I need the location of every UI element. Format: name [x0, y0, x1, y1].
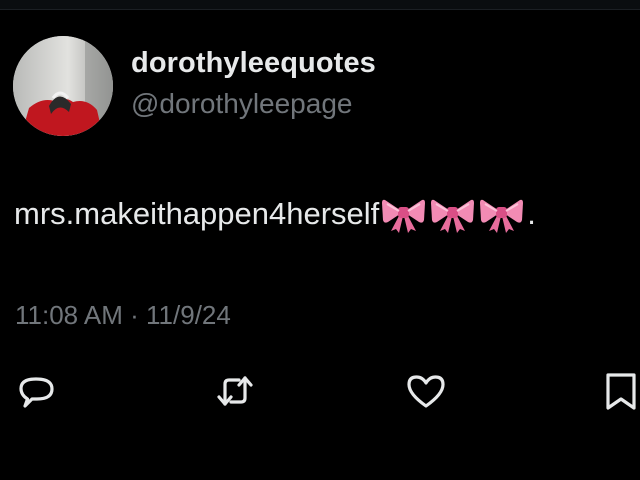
ribbon-emoji-icon [480, 199, 524, 233]
reply-button[interactable] [16, 370, 58, 412]
post-detail: dorothyleequotes @dorothyleepage mrs.mak… [0, 0, 640, 480]
emoji-group [381, 194, 528, 234]
ribbon-emoji-icon [382, 199, 426, 233]
post-timestamp[interactable]: 11:08 AM · 11/9/24 [15, 300, 231, 331]
post-text-body: mrs.makeithappen4herself [14, 196, 380, 231]
speech-bubble-icon [19, 377, 54, 408]
bookmark-icon [606, 373, 636, 410]
avatar[interactable] [13, 36, 113, 136]
heart-icon [407, 375, 445, 408]
user-handle[interactable]: @dorothyleepage [131, 88, 352, 120]
ribbon-emoji-icon [431, 199, 475, 233]
repost-button[interactable] [214, 370, 256, 412]
bookmark-button[interactable] [602, 370, 640, 412]
post-text: mrs.makeithappen4herself . [14, 191, 536, 237]
like-button[interactable] [405, 370, 447, 412]
post-text-suffix: . [527, 196, 536, 231]
top-divider [0, 0, 640, 10]
display-name[interactable]: dorothyleequotes [131, 47, 376, 80]
repost-arrows-icon [217, 376, 253, 406]
